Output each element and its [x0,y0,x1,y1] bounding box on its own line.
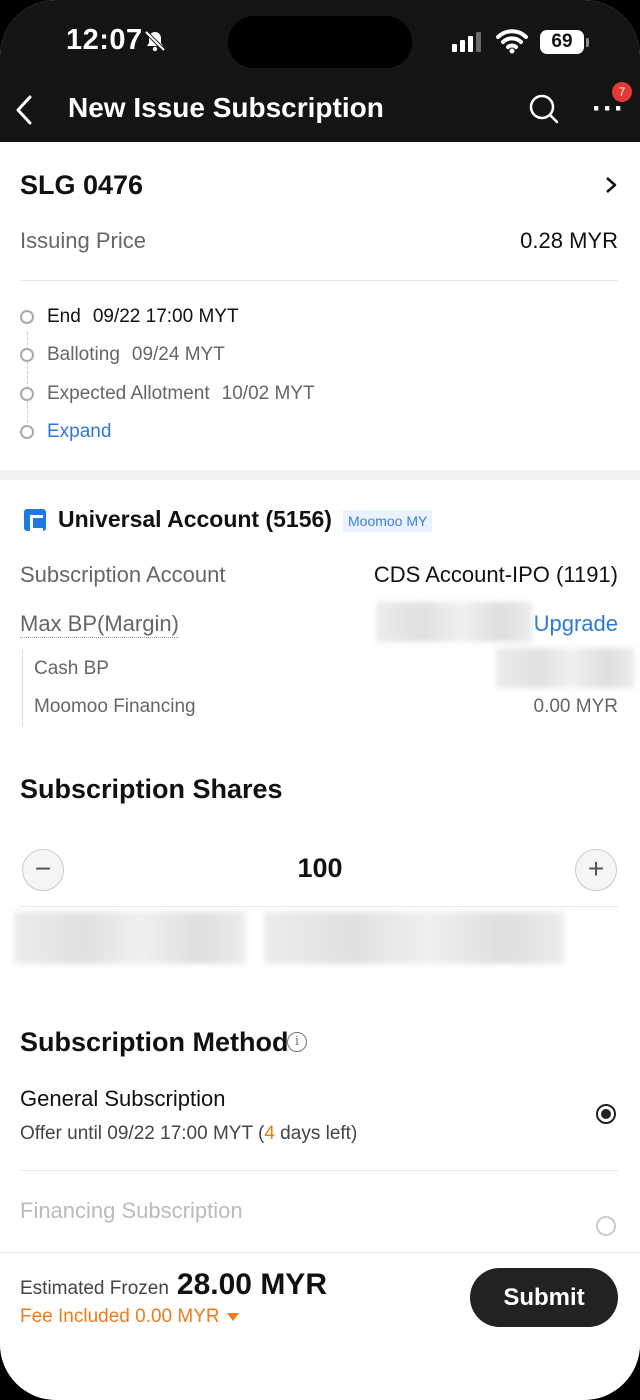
divider [20,280,618,281]
battery-indicator: 69 [540,30,584,54]
financing-subscription-title[interactable]: Financing Subscription [20,1198,243,1224]
timeline-value: 10/02 MYT [221,383,315,404]
financing-subscription-radio[interactable] [596,1216,616,1236]
estimated-frozen: Estimated Frozen 28.00 MYR [20,1268,327,1302]
section-gap [0,470,640,480]
upgrade-link[interactable]: Upgrade [534,611,618,637]
timeline-item-allotment: Expected Allotment 10/02 MYT [20,383,315,405]
max-bp-label[interactable]: Max BP(Margin) [20,611,179,638]
general-subscription-offer: Offer until 09/22 17:00 MYT (4 days left… [20,1123,357,1145]
issuing-price-row: Issuing Price 0.28 MYR [20,226,618,256]
divider [20,1170,618,1171]
account-tag: Moomoo MY [343,510,433,532]
redacted-field-2 [264,912,564,964]
redacted-cash-bp [496,648,634,688]
account-logo-icon [24,509,46,531]
divider [20,906,618,907]
timeline-label: Expected Allotment [47,383,210,404]
submit-button[interactable]: Submit [470,1268,618,1327]
search-icon[interactable] [527,92,561,126]
signal-icon [452,32,481,52]
days-left-count: 4 [264,1123,275,1144]
timeline-dot [20,310,34,324]
offer-text: Offer until 09/22 17:00 MYT ( [20,1123,265,1144]
top-bar: 12:07 69 New Issue Subscription ··· 7 [0,0,640,142]
financing-row: Moomoo Financing 0.00 MYR [34,694,618,720]
page-title: New Issue Subscription [68,92,384,123]
dynamic-island [228,16,412,68]
timeline-dot [20,348,34,362]
account-name: Universal Account (5156) [58,506,332,532]
timeline-item-balloting: Balloting 09/24 MYT [20,344,225,366]
redacted-max-bp [376,602,532,642]
app-screen: 12:07 69 New Issue Subscription ··· 7 SL… [0,0,640,1400]
timeline-value: 09/24 MYT [131,344,225,365]
back-chevron-icon[interactable] [12,92,36,128]
chevron-right-icon[interactable] [604,175,618,195]
timeline-label: End [47,306,81,327]
financing-value: 0.00 MYR [533,696,618,717]
issuing-price-value: 0.28 MYR [520,228,618,253]
timeline-dot [20,425,34,439]
timeline-value: 09/22 17:00 MYT [92,306,239,327]
indent-line [22,650,23,726]
status-time: 12:07 [66,24,143,56]
notification-badge: 7 [612,82,632,102]
bell-muted-icon [144,30,166,52]
info-icon[interactable]: i [287,1032,307,1052]
wifi-icon [496,29,528,54]
caret-down-icon [226,1313,239,1321]
expand-link[interactable]: Expand [20,421,111,443]
fee-label: Fee Included 0.00 MYR [20,1306,220,1327]
shares-quantity[interactable]: 100 [0,853,640,884]
estimated-label: Estimated Frozen [20,1278,169,1299]
cash-bp-label: Cash BP [34,658,109,679]
fee-included[interactable]: Fee Included 0.00 MYR [20,1306,239,1328]
redacted-field-1 [14,912,246,964]
issuing-price-label: Issuing Price [20,228,146,253]
timeline-label: Balloting [47,344,120,365]
stock-row[interactable]: SLG 0476 [20,168,618,202]
stock-symbol: SLG 0476 [20,169,144,200]
estimated-value: 28.00 MYR [176,1268,327,1301]
subscription-account-row[interactable]: Subscription Account CDS Account-IPO (11… [20,560,618,590]
method-heading: Subscription Method [20,1027,289,1057]
general-subscription-radio[interactable] [596,1104,616,1124]
general-subscription-title[interactable]: General Subscription [20,1086,225,1112]
timeline-dot [20,387,34,401]
expand-label: Expand [47,421,112,442]
timeline-item-end: End 09/22 17:00 MYT [20,306,239,328]
battery-tip [586,38,589,47]
shares-heading: Subscription Shares [20,774,283,804]
financing-label: Moomoo Financing [34,696,196,717]
offer-suffix: days left) [274,1123,358,1144]
increase-button[interactable]: + [575,849,617,891]
more-menu-icon[interactable]: ··· [592,94,625,124]
subscription-account-label: Subscription Account [20,562,226,587]
subscription-account-value: CDS Account-IPO (1191) [373,562,618,587]
